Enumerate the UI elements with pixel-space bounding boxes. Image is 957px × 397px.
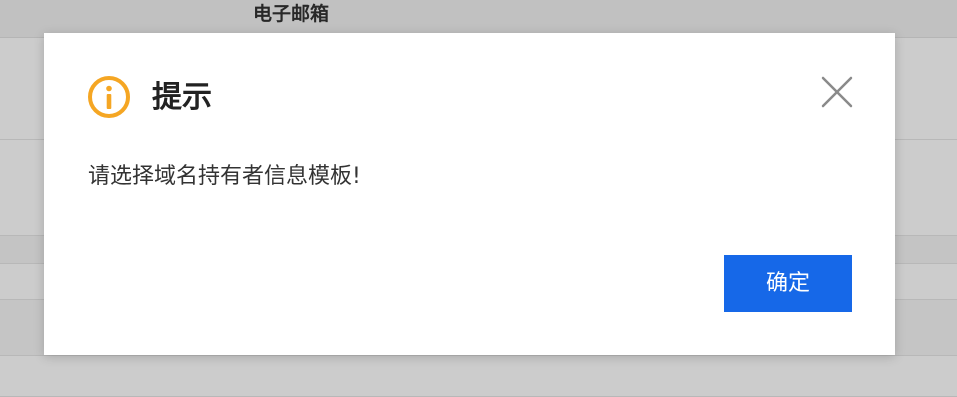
info-icon xyxy=(88,76,130,118)
dialog-title: 提示 xyxy=(152,80,212,115)
close-icon[interactable] xyxy=(820,75,854,109)
alert-dialog: 提示 请选择域名持有者信息模板! 确定 xyxy=(44,33,895,355)
dialog-message: 请选择域名持有者信息模板! xyxy=(88,164,361,189)
confirm-button[interactable]: 确定 xyxy=(724,255,852,312)
